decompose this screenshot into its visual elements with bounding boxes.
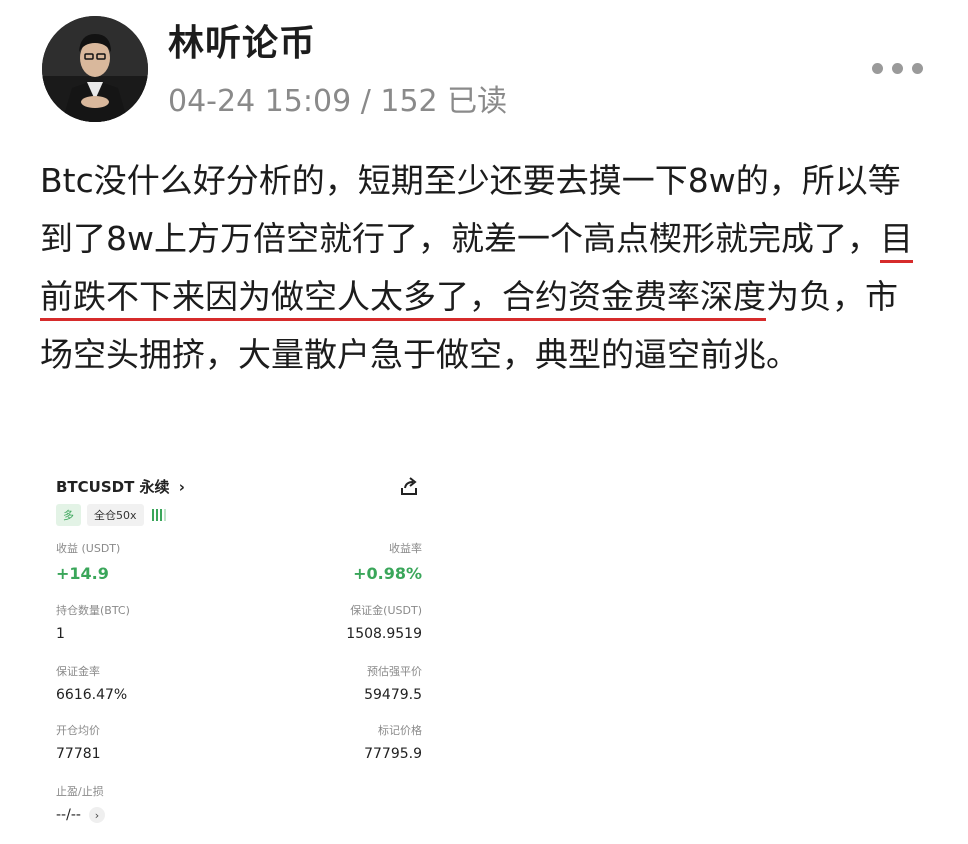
position-tags: 多 全仓50x bbox=[56, 504, 166, 526]
roi-field: 收益率 +0.98% bbox=[353, 540, 422, 583]
chevron-right-icon: › bbox=[178, 478, 185, 496]
mark-price-label: 标记价格 bbox=[378, 724, 422, 737]
tpsl-field[interactable]: 止盈/止损 --/-- › bbox=[56, 783, 105, 823]
liq-price-label: 预估强平价 bbox=[367, 665, 422, 678]
post-text-before: Btc没什么好分析的，短期至少还要去摸一下8w的，所以等到了8w上方万倍空就行了… bbox=[40, 161, 901, 258]
pnl-field: 收益 (USDT) +14.9 bbox=[56, 540, 120, 583]
avatar-portrait bbox=[42, 16, 148, 122]
margin-label: 保证金(USDT) bbox=[350, 604, 422, 617]
pnl-label: 收益 (USDT) bbox=[56, 542, 121, 555]
author-name[interactable]: 林听论币 bbox=[168, 14, 316, 66]
size-label: 持仓数量(BTC) bbox=[56, 604, 130, 617]
meta-separator: / bbox=[351, 84, 381, 119]
mark-price-field: 标记价格 77795.9 bbox=[364, 722, 422, 762]
position-symbol: BTCUSDT 永续 bbox=[56, 478, 170, 496]
tpsl-value: --/-- bbox=[56, 807, 81, 823]
tpsl-label: 止盈/止损 bbox=[56, 785, 104, 798]
position-card[interactable]: BTCUSDT 永续 › 多 全仓50x 收益 (USDT) +14.9 收益率… bbox=[42, 462, 442, 832]
share-icon[interactable] bbox=[398, 476, 420, 498]
read-count: 152 已读 bbox=[380, 84, 508, 119]
margin-ratio-label: 保证金率 bbox=[56, 665, 100, 678]
size-value: 1 bbox=[56, 626, 65, 642]
more-dots-icon[interactable] bbox=[872, 58, 928, 78]
more-dot bbox=[912, 62, 923, 74]
mark-price-value: 77795.9 bbox=[364, 746, 422, 762]
margin-mode-tag: 全仓50x bbox=[87, 504, 144, 526]
margin-value: 1508.9519 bbox=[346, 626, 422, 642]
author-avatar[interactable] bbox=[42, 16, 148, 122]
side-tag: 多 bbox=[56, 504, 81, 526]
post-body: Btc没什么好分析的，短期至少还要去摸一下8w的，所以等到了8w上方万倍空就行了… bbox=[40, 152, 930, 384]
entry-price-field: 开仓均价 77781 bbox=[56, 722, 101, 762]
position-symbol-link[interactable]: BTCUSDT 永续 › bbox=[56, 476, 185, 497]
entry-price-label: 开仓均价 bbox=[56, 724, 100, 737]
roi-label: 收益率 bbox=[389, 542, 422, 555]
entry-price-value: 77781 bbox=[56, 746, 101, 762]
post-meta: 04-24 15:09 / 152 已读 bbox=[168, 76, 507, 120]
liq-price-value: 59479.5 bbox=[364, 687, 422, 703]
roi-value: +0.98% bbox=[353, 564, 422, 583]
leverage-bars-icon bbox=[151, 509, 166, 521]
tpsl-value-row[interactable]: --/-- › bbox=[56, 807, 105, 823]
more-dot bbox=[872, 62, 883, 74]
tpsl-chevron-icon[interactable]: › bbox=[88, 807, 105, 823]
margin-ratio-field: 保证金率 6616.47% bbox=[56, 663, 127, 703]
margin-field: 保证金(USDT) 1508.9519 bbox=[346, 602, 422, 642]
post-datetime: 04-24 15:09 bbox=[168, 84, 352, 119]
margin-ratio-value: 6616.47% bbox=[56, 687, 128, 703]
liq-price-field: 预估强平价 59479.5 bbox=[364, 663, 422, 703]
size-field: 持仓数量(BTC) 1 bbox=[56, 602, 130, 642]
pnl-value: +14.9 bbox=[56, 564, 109, 583]
more-dot bbox=[892, 62, 903, 74]
